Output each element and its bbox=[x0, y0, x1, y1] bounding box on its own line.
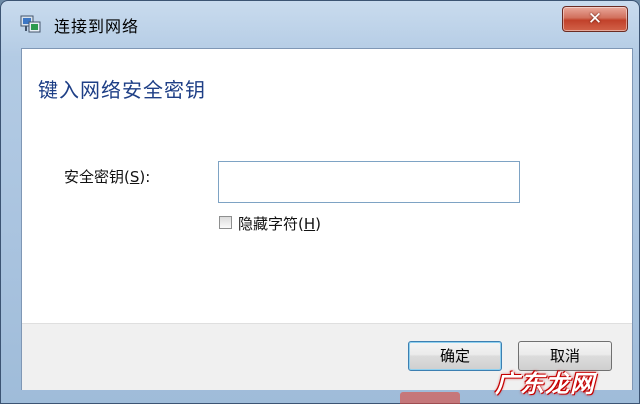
network-connect-icon bbox=[20, 15, 41, 33]
window-title: 连接到网络 bbox=[54, 17, 140, 36]
watermark: 广东龙网 bbox=[495, 370, 595, 398]
hide-characters-label[interactable]: 隐藏字符(H) bbox=[238, 213, 321, 234]
close-icon: ✕ bbox=[587, 9, 603, 29]
dialog-heading: 键入网络安全密钥 bbox=[38, 78, 206, 102]
security-key-label: 安全密钥(S): bbox=[64, 168, 151, 186]
title-bar[interactable]: 连接到网络 ✕ bbox=[1, 1, 639, 41]
hide-characters-checkbox[interactable] bbox=[219, 216, 232, 229]
hide-characters-access-key: H bbox=[303, 215, 316, 233]
dialog-content: 键入网络安全密钥 安全密钥(S): 隐藏字符(H) 确定 取消 bbox=[21, 48, 633, 390]
close-button[interactable]: ✕ bbox=[562, 6, 628, 32]
connect-network-window: 连接到网络 ✕ 键入网络安全密钥 安全密钥(S): 隐藏字符(H) 确定 取消 bbox=[0, 0, 640, 404]
security-key-input[interactable] bbox=[218, 161, 520, 203]
security-key-access-key: S bbox=[129, 168, 140, 186]
watermark-logo-mark bbox=[400, 392, 460, 404]
ok-button[interactable]: 确定 bbox=[408, 341, 502, 371]
